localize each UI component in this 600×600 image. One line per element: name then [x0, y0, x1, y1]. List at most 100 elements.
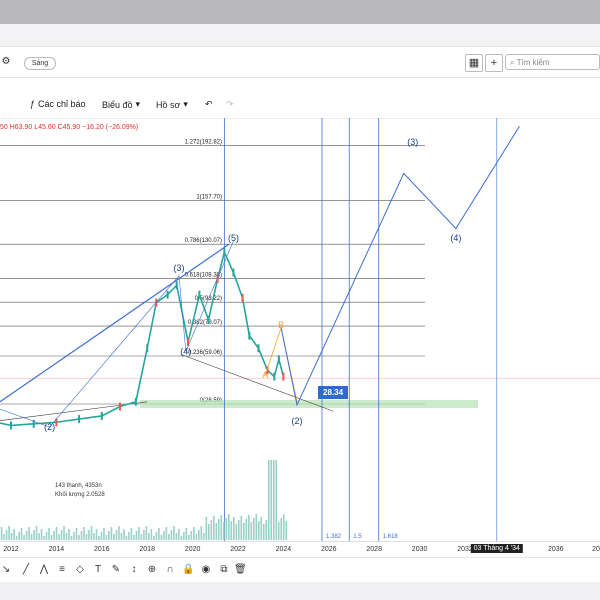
x-tick-label: 2020 — [184, 546, 201, 553]
volume-bar — [33, 530, 35, 540]
add-icon[interactable]: + — [485, 54, 503, 72]
text-icon[interactable]: T — [92, 564, 104, 576]
wave-label: (4) — [450, 233, 461, 243]
x-tick-label: 2026 — [321, 546, 337, 553]
volume-bar — [5, 530, 8, 540]
wave-label: (3) — [173, 263, 184, 273]
fib-time-zone-label: 1.618 — [383, 534, 399, 540]
volume-bar — [50, 535, 53, 540]
volume-bar — [223, 522, 225, 540]
volume-bar — [242, 523, 245, 540]
price-candle — [10, 421, 12, 430]
volume-bar — [282, 514, 285, 540]
search-placeholder: Tìm kiếm — [516, 58, 550, 67]
search-input[interactable]: ⌕ Tìm kiếm — [505, 54, 600, 70]
fib-icon[interactable]: ≡ — [56, 564, 68, 576]
magnet-icon[interactable]: ∩ — [164, 564, 176, 576]
x-tick-label: 20 — [592, 546, 600, 553]
volume-bar — [13, 529, 15, 540]
browser-address-area — [0, 24, 600, 47]
time-axis[interactable]: 2012 2014 2016 2018 2020 2022 2024 2026 2028 2030… — [0, 541, 600, 558]
zoom-icon[interactable]: ⊕ — [146, 564, 158, 576]
volume-bar — [85, 534, 88, 540]
price-chart[interactable]: 1.272(192.82) 1(157.70) 0.786(130.07) 0.618… — [0, 118, 600, 541]
measure-icon[interactable]: ↕ — [128, 564, 140, 576]
lock-icon[interactable]: 🔒 — [182, 564, 194, 576]
profile-button[interactable]: Hồ sơ ▾ — [156, 99, 188, 110]
volume-bar — [210, 520, 213, 540]
volume-bar — [195, 534, 198, 540]
volume-bar — [285, 521, 288, 540]
volume-bar — [160, 535, 163, 540]
wave-label: (3) — [407, 137, 418, 147]
volume-bar — [80, 531, 83, 540]
cursor-icon[interactable]: ↘ — [0, 564, 12, 576]
volume-bar — [148, 533, 150, 540]
price-candle — [146, 344, 149, 353]
bottom-bar — [0, 582, 600, 600]
redo-icon[interactable]: ↷ — [226, 99, 234, 110]
volume-bar — [90, 526, 93, 540]
price-candle — [134, 397, 137, 406]
layers-icon[interactable]: ⧉ — [218, 564, 230, 576]
ohlc-readout: 50 H63.90 L45.60 C45.90 −16.20 (−26.09%) — [0, 124, 139, 131]
chart-tools-toolbar: ƒ Các chỉ báo Biểu đồ ▾ Hồ sơ ▾ ↶ ↷ — [0, 94, 600, 119]
volume-bar — [225, 518, 228, 540]
chart-type-button[interactable]: Biểu đồ ▾ — [102, 99, 140, 110]
brush-icon[interactable]: ✎ — [110, 564, 122, 576]
layout-grid-icon[interactable]: ▦ — [465, 54, 483, 72]
volume-bar — [70, 536, 73, 540]
price-candle — [248, 331, 251, 340]
volume-bar — [35, 526, 38, 540]
volume-bar — [128, 532, 130, 540]
volume-bar — [203, 533, 205, 540]
indicators-button[interactable]: ƒ Các chỉ báo — [30, 99, 86, 109]
volume-bar — [20, 528, 23, 540]
shapes-icon[interactable]: ◇ — [74, 564, 86, 576]
pattern-icon[interactable]: ⋀ — [38, 564, 50, 576]
undo-icon[interactable]: ↶ — [205, 99, 213, 110]
volume-bar — [185, 528, 188, 540]
fib-time-zone-label: 1.382 — [326, 534, 342, 540]
volume-bar — [55, 527, 58, 540]
volume-bar — [220, 515, 223, 540]
visibility-icon[interactable]: ◉ — [200, 564, 212, 576]
x-tick-label: 2024 — [275, 546, 292, 553]
volume-bar — [208, 524, 210, 540]
volume-bar — [113, 534, 115, 540]
wave-label: (5) — [228, 233, 239, 243]
volume-bar — [277, 522, 280, 540]
volume-bar — [228, 514, 230, 540]
wave-label: (2) — [44, 422, 55, 432]
volume-bar — [125, 536, 128, 540]
support-zone — [140, 400, 478, 408]
volume-bar — [180, 536, 183, 540]
fib-level-label: 0.618(108.38) — [185, 272, 222, 278]
x-tick-label: 2012 — [3, 546, 19, 553]
volume-bar — [250, 522, 253, 540]
volume-bar — [83, 527, 85, 540]
volume-bar — [30, 534, 33, 540]
indicators-label: Các chỉ báo — [38, 99, 86, 109]
gear-icon[interactable]: ⚙ — [0, 56, 12, 68]
trend-line-icon[interactable]: ╱ — [20, 564, 32, 576]
volume-bar — [103, 528, 105, 540]
x-tick-label: 2018 — [139, 546, 155, 553]
wave-label: (2) — [292, 416, 303, 426]
tooltip-line-1: 143 thanh, 4353n — [55, 483, 102, 489]
theme-toggle[interactable]: Sáng — [24, 57, 56, 70]
volume-bar — [260, 517, 263, 540]
volume-bar — [135, 531, 138, 540]
price-candle — [207, 315, 210, 324]
price-candle — [277, 355, 280, 364]
trash-icon[interactable]: 🗑 — [234, 564, 247, 576]
price-candle — [241, 293, 244, 302]
chevron-down-icon: ▾ — [135, 99, 141, 109]
volume-bar — [88, 530, 90, 540]
volume-bar — [8, 526, 10, 540]
x-highlight-label: 03 Tháng 4 '34 — [470, 544, 523, 553]
volume-bar — [28, 527, 30, 540]
wave-label: (4) — [180, 347, 191, 357]
volume-bar — [215, 523, 218, 540]
bar-tooltip: 143 thanh, 4353n Khối lượng 2.0528 — [55, 482, 105, 500]
